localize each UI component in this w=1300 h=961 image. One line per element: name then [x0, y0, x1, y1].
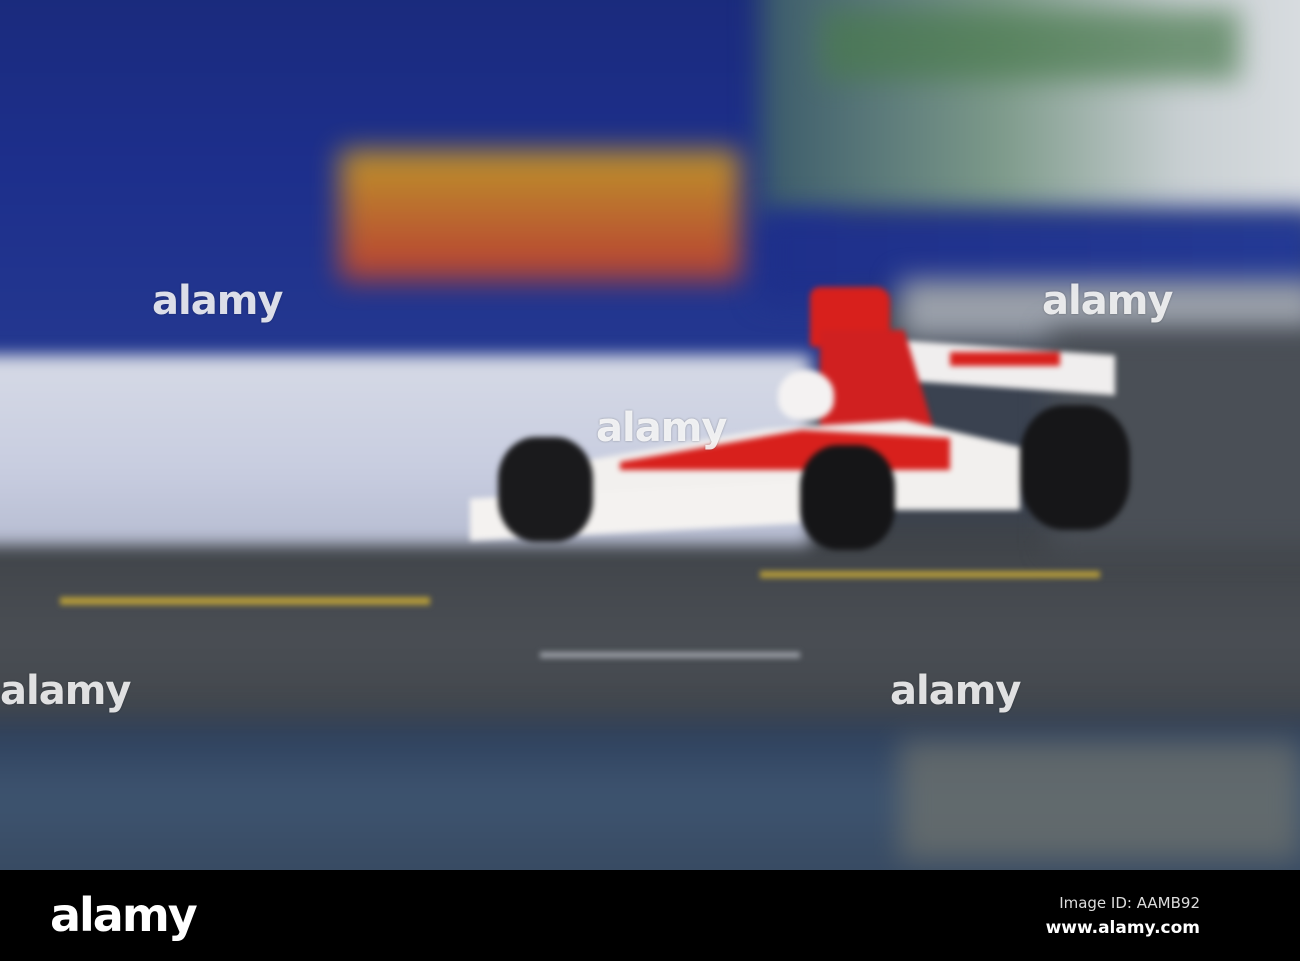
rear-wing-stripe	[950, 352, 1060, 366]
watermark: alamy	[152, 278, 283, 324]
alamy-logo: alamy	[50, 888, 198, 942]
image-id: Image ID: AAMB92	[1059, 894, 1200, 912]
front-tyre-right	[800, 445, 895, 550]
race-car-photo: alamy alamy alamy alamy alamy	[0, 0, 1300, 870]
site-url: www.alamy.com	[1045, 918, 1200, 938]
front-tyre	[498, 437, 593, 542]
rear-tyre	[1020, 405, 1130, 530]
watermark: alamy	[890, 668, 1021, 714]
rear-wing	[905, 340, 1115, 396]
watermark: alamy	[0, 668, 131, 714]
watermark: alamy	[1042, 278, 1173, 324]
helmet	[778, 370, 834, 420]
watermark: alamy	[596, 405, 727, 451]
